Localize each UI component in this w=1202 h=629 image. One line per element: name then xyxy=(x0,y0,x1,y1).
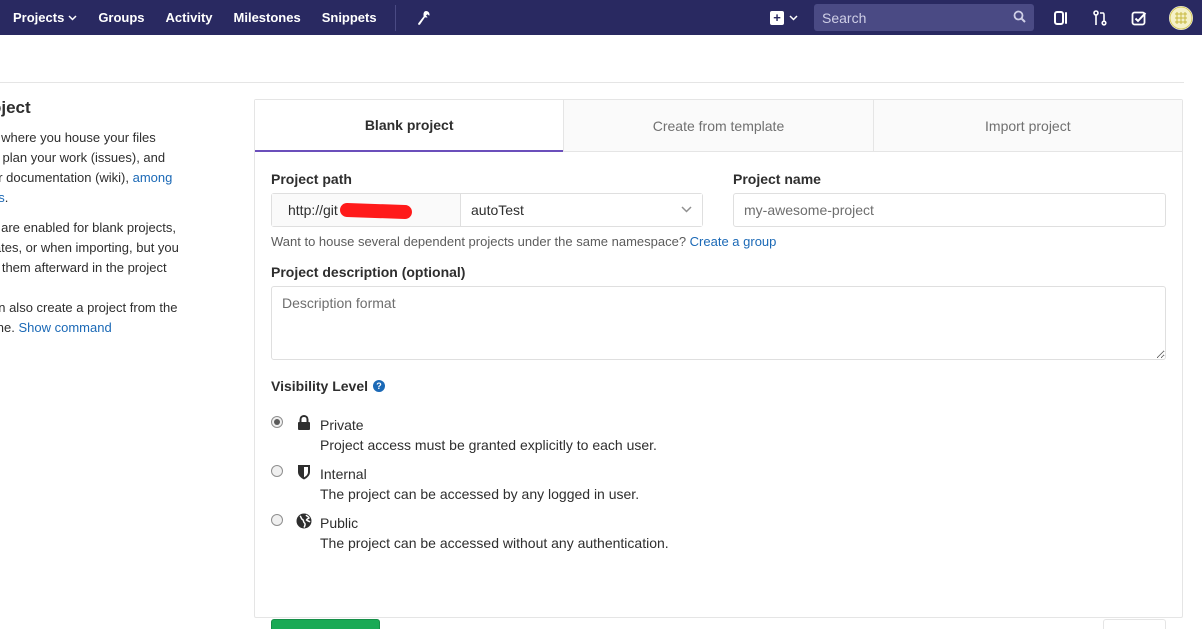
create-group-link[interactable]: Create a group xyxy=(690,234,777,249)
info-text: . xyxy=(4,190,9,205)
visibility-option-internal[interactable]: Internal The project can be accessed by … xyxy=(271,463,871,503)
info-text: line. xyxy=(0,320,15,335)
namespace-value: autoTest xyxy=(471,202,524,218)
info-line: an also create a project from the xyxy=(0,300,178,315)
visibility-label-text: Visibility Level xyxy=(271,378,369,394)
cancel-button[interactable]: Cancel xyxy=(1103,619,1166,629)
new-project-card: Blank project Create from template Impor… xyxy=(254,99,1183,629)
radio-internal[interactable] xyxy=(271,465,283,477)
visibility-description: Project access must be granted explicitl… xyxy=(320,437,657,453)
todos-icon[interactable] xyxy=(1130,9,1148,27)
tab-create-from-template[interactable]: Create from template xyxy=(563,100,873,151)
shield-icon xyxy=(296,463,312,481)
info-line: lates, or when importing, but you xyxy=(0,240,179,255)
nav-projects-label: Projects xyxy=(13,10,65,25)
hint-text: Want to house several dependent projects… xyxy=(271,234,690,249)
radio-private[interactable] xyxy=(271,416,283,428)
redaction-mark xyxy=(339,202,413,220)
namespace-select[interactable]: autoTest xyxy=(461,194,702,226)
page-divider xyxy=(0,82,1184,83)
visibility-option-public[interactable]: Public The project can be accessed witho… xyxy=(271,512,871,552)
tab-blank-project[interactable]: Blank project xyxy=(255,100,564,152)
project-name-label: Project name xyxy=(733,171,821,187)
create-project-button[interactable]: Create project xyxy=(271,619,380,629)
page-title: oject xyxy=(0,98,31,117)
chevron-down-icon xyxy=(68,13,77,23)
left-info-panel: oject s where you house your files ), pl… xyxy=(0,98,221,338)
info-line: s where you house your files xyxy=(0,130,156,145)
show-command-link[interactable]: Show command xyxy=(18,320,111,335)
nav-right: + xyxy=(770,0,1202,35)
wrench-icon[interactable] xyxy=(416,10,432,26)
info-text: ur documentation (wiki), xyxy=(0,170,133,185)
namespace-hint: Want to house several dependent projects… xyxy=(271,234,776,249)
nav-milestones[interactable]: Milestones xyxy=(234,10,301,25)
visibility-title: Internal xyxy=(320,466,367,482)
visibility-level-label: Visibility Level ? xyxy=(271,378,386,394)
visibility-description: The project can be accessed without any … xyxy=(320,535,669,551)
nav-divider xyxy=(394,4,396,31)
nav-activity[interactable]: Activity xyxy=(166,10,213,25)
visibility-title: Private xyxy=(320,417,364,433)
visibility-title: Public xyxy=(320,515,359,531)
lock-icon xyxy=(296,414,312,432)
info-line: ), plan your work (issues), and xyxy=(0,150,166,165)
nav-groups[interactable]: Groups xyxy=(98,10,144,25)
info-paragraph-3: an also create a project from the line. … xyxy=(0,298,221,338)
project-name-input[interactable] xyxy=(733,193,1166,227)
question-icon[interactable]: ? xyxy=(373,380,386,392)
visibility-option-private[interactable]: Private Project access must be granted e… xyxy=(271,414,871,454)
path-prefix: http://git .com/ xyxy=(272,194,461,226)
info-paragraph-2: s are enabled for blank projects, lates,… xyxy=(0,218,221,278)
info-line: ur documentation (wiki), among xyxy=(0,168,221,188)
visibility-description: The project can be accessed by any logge… xyxy=(320,486,640,502)
info-line: line. Show command xyxy=(0,318,221,338)
new-dropdown-button[interactable]: + xyxy=(770,10,798,25)
project-tabs: Blank project Create from template Impor… xyxy=(255,100,1182,152)
description-label: Project description (optional) xyxy=(271,264,466,280)
plus-icon: + xyxy=(770,10,784,25)
globe-icon xyxy=(296,512,312,530)
issues-icon[interactable] xyxy=(1052,9,1070,27)
user-avatar[interactable] xyxy=(1169,5,1193,30)
search-input[interactable] xyxy=(822,9,1013,26)
nav-snippets[interactable]: Snippets xyxy=(322,10,377,25)
top-navbar: Projects Groups Activity Milestones Snip… xyxy=(0,0,1202,35)
tab-import-project[interactable]: Import project xyxy=(872,100,1182,151)
nav-projects[interactable]: Projects xyxy=(13,10,77,25)
merge-requests-icon[interactable] xyxy=(1091,9,1109,27)
project-path-label: Project path xyxy=(271,171,352,187)
search-box xyxy=(814,4,1034,31)
search-icon[interactable] xyxy=(1013,10,1026,26)
chevron-down-icon xyxy=(789,13,798,23)
info-line: s are enabled for blank projects, xyxy=(0,220,176,235)
nav-left: Projects Groups Activity Milestones Snip… xyxy=(0,0,432,35)
radio-public[interactable] xyxy=(271,514,283,526)
chevron-down-icon xyxy=(681,204,692,216)
among-link[interactable]: among xyxy=(133,170,173,185)
description-textarea[interactable] xyxy=(271,286,1166,360)
project-path-group: http://git .com/ autoTest xyxy=(271,193,703,227)
info-line: gs. xyxy=(0,188,221,208)
info-paragraph-1: s where you house your files ), plan you… xyxy=(0,128,221,208)
info-line: e them afterward in the project xyxy=(0,260,167,275)
